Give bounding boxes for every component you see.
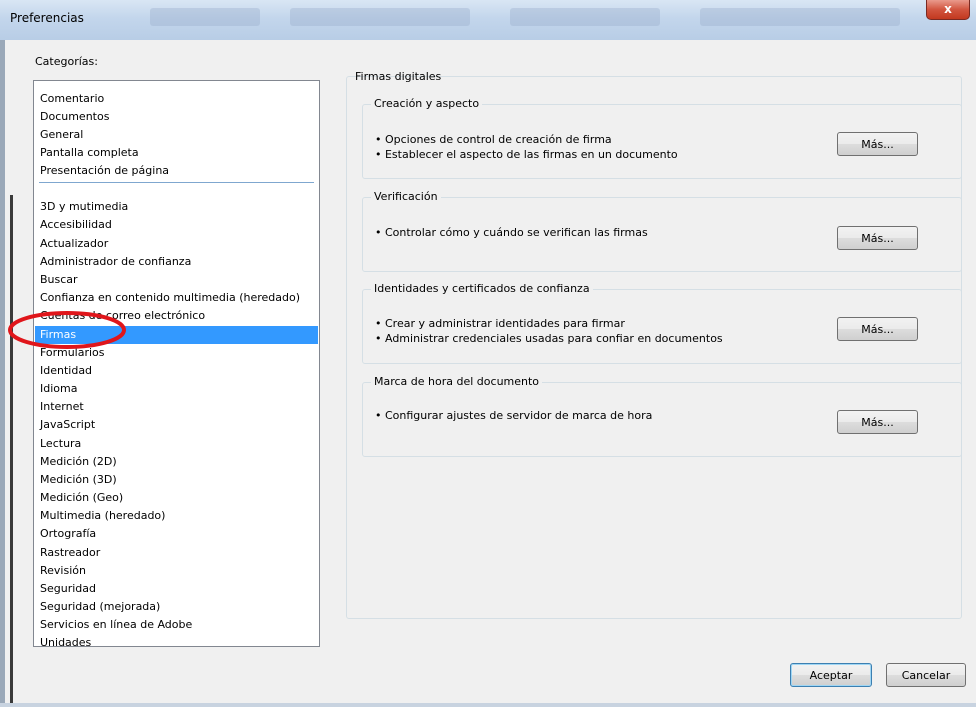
group-title: Creación y aspecto [371, 97, 483, 110]
category-item[interactable]: Seguridad [35, 580, 318, 598]
category-item[interactable]: Rastreador [35, 544, 318, 562]
preferences-dialog: Preferencias x Categorías: Comentario Doc… [0, 0, 976, 707]
group-verification: Verificación • Controlar cómo y cuándo s… [362, 190, 962, 272]
category-item[interactable]: Buscar [35, 271, 318, 289]
category-item[interactable]: Internet [35, 398, 318, 416]
category-item[interactable]: Medición (Geo) [35, 489, 318, 507]
category-item[interactable]: Revisión [35, 562, 318, 580]
group-title: Marca de hora del documento [371, 375, 543, 388]
category-item[interactable]: Seguridad (mejorada) [35, 598, 318, 616]
category-item[interactable]: Comentario [35, 90, 318, 108]
category-item[interactable]: General [35, 126, 318, 144]
category-item[interactable]: Lectura [35, 435, 318, 453]
group-creation-appearance: Creación y aspecto • Opciones de control… [362, 97, 962, 179]
category-item[interactable]: Multimedia (heredado) [35, 507, 318, 525]
category-item[interactable]: Servicios en línea de Adobe [35, 616, 318, 634]
close-button[interactable]: x [926, 0, 970, 20]
group-bullet: • Controlar cómo y cuándo se verifican l… [375, 226, 648, 239]
group-title: Verificación [371, 190, 441, 203]
category-item[interactable]: Administrador de confianza [35, 253, 318, 271]
category-item[interactable]: Presentación de página [35, 162, 318, 180]
group-bullet: • Crear y administrar identidades para f… [375, 317, 625, 330]
category-item[interactable]: Documentos [35, 108, 318, 126]
category-item[interactable]: Identidad [35, 362, 318, 380]
category-item[interactable]: Unidades [35, 634, 318, 652]
more-verification-button[interactable]: Más... [837, 226, 918, 250]
group-title: Identidades y certificados de confianza [371, 282, 593, 295]
category-item[interactable]: 3D y mutimedia [35, 198, 318, 216]
category-item[interactable]: Actualizador [35, 235, 318, 253]
group-timestamp: Marca de hora del documento • Configurar… [362, 375, 962, 457]
categories-list[interactable]: Comentario Documentos General Pantalla comp… [33, 80, 320, 649]
group-identities-certificates: Identidades y certificados de confianza … [362, 282, 962, 364]
category-item[interactable]: Cuentas de correo electrónico [35, 307, 318, 325]
group-bullet: • Establecer el aspecto de las firmas en… [375, 148, 678, 161]
title-bar[interactable]: Preferencias x [0, 0, 976, 40]
category-item[interactable]: Medición (3D) [35, 471, 318, 489]
close-icon: x [944, 2, 952, 16]
group-bullet: • Configurar ajustes de servidor de marc… [375, 409, 653, 422]
more-identities-button[interactable]: Más... [837, 317, 918, 341]
category-item[interactable]: Formularios [35, 344, 318, 362]
background-toolbar-ghost [700, 8, 900, 26]
window-frame-shadow [10, 195, 13, 707]
background-toolbar-ghost [510, 8, 660, 26]
category-item[interactable]: JavaScript [35, 416, 318, 434]
category-item[interactable]: Ortografía [35, 525, 318, 543]
window-frame-edge [0, 40, 5, 707]
section-title: Firmas digitales [355, 70, 442, 83]
category-item[interactable]: Medición (2D) [35, 453, 318, 471]
background-toolbar-ghost [150, 8, 260, 26]
category-item[interactable]: Idioma [35, 380, 318, 398]
window-frame-bottom [0, 703, 976, 707]
category-item[interactable]: Accesibilidad [35, 216, 318, 234]
ok-button[interactable]: Aceptar [790, 663, 872, 687]
category-item[interactable]: Firmas [35, 326, 318, 344]
more-timestamp-button[interactable]: Más... [837, 410, 918, 434]
window-title: Preferencias [10, 11, 84, 25]
category-item[interactable]: Pantalla completa [35, 144, 318, 162]
categories-separator [39, 182, 314, 183]
categories-label: Categorías: [35, 55, 98, 68]
group-bullet: • Administrar credenciales usadas para c… [375, 332, 723, 345]
category-item[interactable]: Confianza en contenido multimedia (hered… [35, 289, 318, 307]
cancel-button[interactable]: Cancelar [886, 663, 966, 687]
group-bullet: • Opciones de control de creación de fir… [375, 133, 612, 146]
background-toolbar-ghost [290, 8, 470, 26]
more-creation-button[interactable]: Más... [837, 132, 918, 156]
